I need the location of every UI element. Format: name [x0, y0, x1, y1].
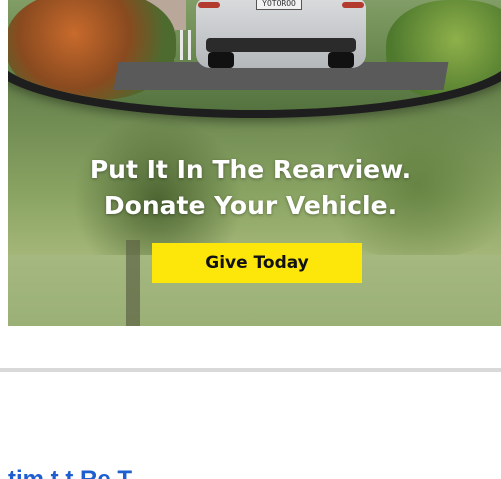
headline-line-1: Put It In The Rearview.	[89, 155, 412, 184]
ad-headline: Put It In The Rearview. Donate Your Vehi…	[0, 152, 501, 224]
tail-light	[198, 2, 220, 8]
tail-light	[342, 2, 364, 8]
tree-trunk	[126, 240, 140, 326]
car-wheel	[328, 52, 354, 68]
car-image: YOTOROO	[196, 0, 366, 68]
section-divider	[0, 368, 501, 372]
article-title-link[interactable]: tim t t Re T	[8, 467, 501, 479]
car-wheel	[208, 52, 234, 68]
license-plate: YOTOROO	[256, 0, 302, 10]
rearview-mirror-image: YOTOROO	[8, 0, 501, 118]
mirror-reflection: YOTOROO	[8, 0, 501, 110]
give-today-button[interactable]: Give Today	[152, 243, 362, 283]
headline-line-2: Donate Your Vehicle.	[103, 191, 398, 220]
car-bumper	[206, 38, 356, 52]
